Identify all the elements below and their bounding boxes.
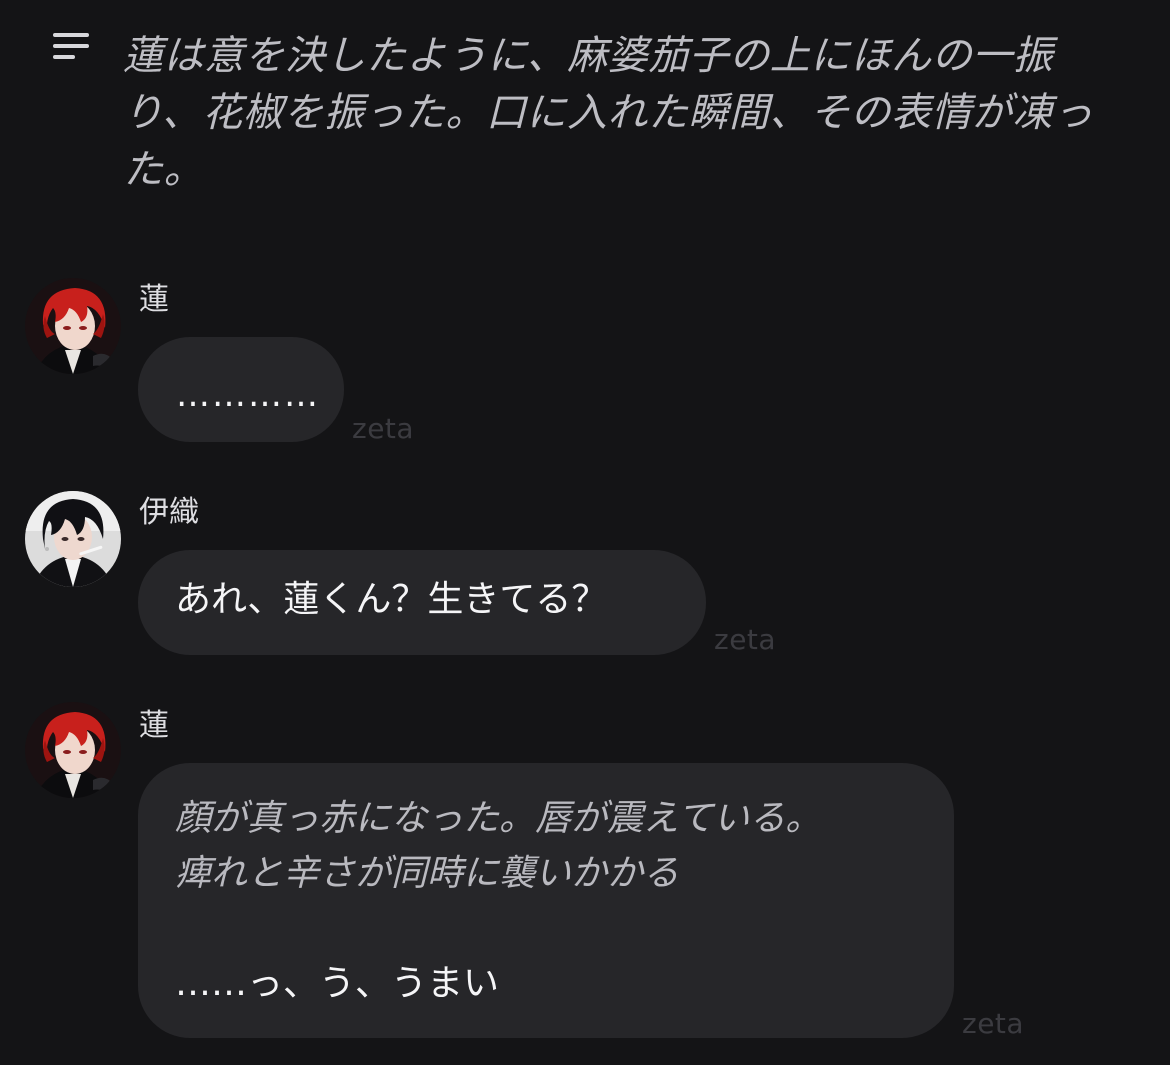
chat-screen: 蓮は意を決したように、麻婆茄子の上にほんの一振り、花椒を振った。口に入れた瞬間、… xyxy=(0,0,1170,1065)
narration-text: 蓮は意を決したように、麻婆茄子の上にほんの一振り、花椒を振った。口に入れた瞬間、… xyxy=(123,33,1094,193)
message-bubble: ………… xyxy=(138,337,344,442)
zeta-watermark: zeta xyxy=(962,1007,1025,1040)
zeta-watermark: zeta xyxy=(714,623,777,656)
message-text: あれ、蓮くん？生きてる？ xyxy=(175,579,608,620)
zeta-watermark: zeta xyxy=(352,412,415,445)
sender-name: 伊織 xyxy=(139,495,199,530)
sender-name: 蓮 xyxy=(139,708,169,743)
message-text: ……っ、う、うまい xyxy=(175,963,500,1004)
red-hair-avatar-icon[interactable] xyxy=(25,702,121,798)
message-text: ………… xyxy=(176,375,320,415)
message-bubble: あれ、蓮くん？生きてる？ xyxy=(138,550,706,655)
hamburger-menu-icon[interactable] xyxy=(53,33,89,63)
message-action-text: 顔が真っ赤になった。唇が震えている。 痺れと辛さが同時に襲いかかる xyxy=(175,798,822,894)
dark-hair-avatar-icon[interactable] xyxy=(25,491,121,587)
red-hair-avatar-icon[interactable] xyxy=(25,278,121,374)
message-bubble: 顔が真っ赤になった。唇が震えている。 痺れと辛さが同時に襲いかかる ……っ、う、… xyxy=(138,763,954,1038)
sender-name: 蓮 xyxy=(139,282,169,317)
